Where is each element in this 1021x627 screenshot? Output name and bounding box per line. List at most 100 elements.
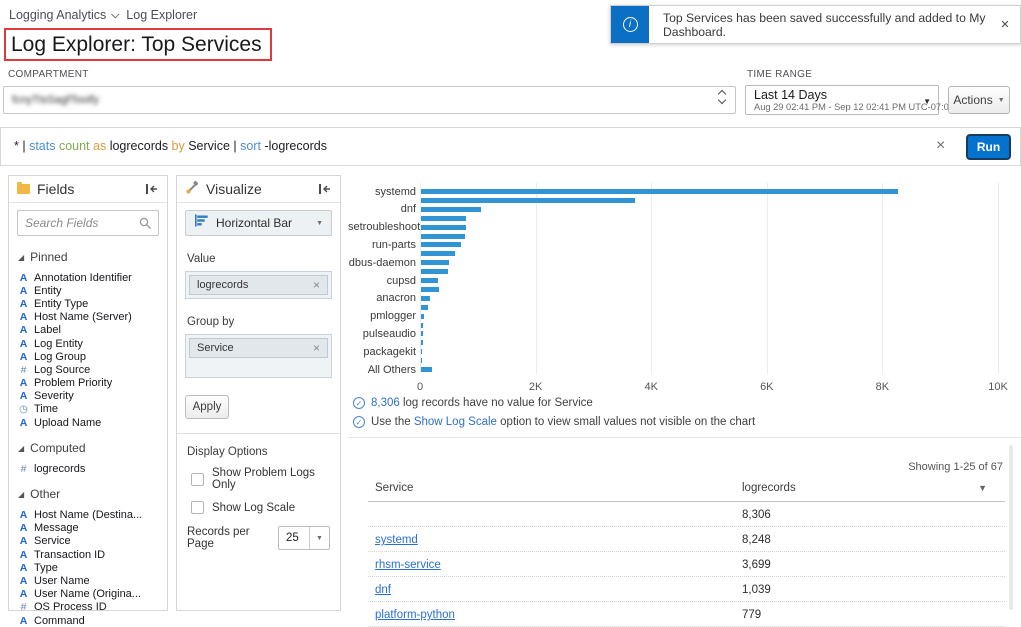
divider: [348, 437, 1021, 438]
field-item[interactable]: ◷ Time: [18, 403, 158, 416]
section-triangle-icon: ◢: [18, 489, 25, 499]
field-item-label: Service: [34, 535, 71, 548]
chart-type-select[interactable]: Horizontal Bar ▼: [185, 210, 332, 236]
compartment-select[interactable]: fcnyTtsSagfTooify: [3, 86, 736, 114]
search-input[interactable]: [18, 211, 158, 235]
show-log-scale-checkbox[interactable]: Show Log Scale: [191, 501, 328, 514]
field-item-label: Log Source: [34, 363, 91, 376]
bar-anacron[interactable]: [421, 295, 430, 301]
checkbox-icon[interactable]: [191, 472, 204, 486]
field-item[interactable]: A Log Entity: [18, 337, 158, 350]
field-item[interactable]: A Host Name (Server): [18, 311, 158, 324]
field-item[interactable]: A Entity Type: [18, 297, 158, 310]
field-item[interactable]: A Message: [18, 522, 158, 535]
bar-All Others[interactable]: [421, 367, 433, 372]
x-tick-label: 6K: [760, 381, 774, 393]
records-per-page-select[interactable]: 25 ▼: [278, 526, 330, 550]
note-plain-text: option to view small values not visible …: [496, 416, 756, 428]
clear-query-icon[interactable]: ×: [936, 137, 945, 155]
bar-packagekit[interactable]: [421, 349, 423, 355]
bar-unlabeled[interactable]: [421, 304, 428, 310]
bar-unlabeled[interactable]: [421, 340, 423, 346]
run-button[interactable]: Run: [966, 134, 1011, 160]
spinner-icon[interactable]: [717, 89, 727, 105]
bar-chart: [420, 183, 999, 377]
service-link[interactable]: systemd: [375, 534, 418, 546]
time-range-select[interactable]: Last 14 Days Aug 29 02:41 PM - Sep 12 02…: [745, 85, 954, 115]
bar-dnf[interactable]: [421, 206, 482, 212]
show-problem-logs-checkbox[interactable]: Show Problem Logs Only: [191, 467, 328, 491]
chevron-down-icon[interactable]: [111, 10, 120, 19]
bar-unlabeled[interactable]: [421, 269, 449, 275]
field-item[interactable]: # OS Process ID: [18, 601, 158, 614]
field-item[interactable]: A User Name: [18, 574, 158, 587]
collapse-panel-icon[interactable]: [145, 183, 159, 195]
breadcrumb-current[interactable]: Log Explorer: [126, 8, 197, 22]
field-item[interactable]: # logrecords: [18, 462, 158, 475]
field-item[interactable]: A Host Name (Destina...: [18, 508, 158, 521]
field-item[interactable]: A User Name (Origina...: [18, 588, 158, 601]
field-item[interactable]: A Transaction ID: [18, 548, 158, 561]
field-item-label: Message: [34, 522, 79, 535]
category-label: packagekit: [363, 345, 416, 358]
bar-cupsd[interactable]: [421, 278, 439, 283]
field-item[interactable]: A Severity: [18, 390, 158, 403]
checkbox-icon[interactable]: [191, 501, 204, 514]
field-item[interactable]: A Type: [18, 561, 158, 574]
compartment-value-redacted: fcnyTtsSagfTooify: [12, 94, 99, 106]
clock-icon: ◷: [19, 403, 28, 415]
text-field-icon: A: [19, 535, 28, 548]
note-link[interactable]: Show Log Scale: [414, 416, 497, 428]
fields-section-other[interactable]: ◢ Other: [18, 487, 158, 501]
close-icon[interactable]: ×: [990, 6, 1020, 43]
service-link[interactable]: platform-python: [375, 609, 455, 621]
field-item[interactable]: A Annotation Identifier: [18, 271, 158, 284]
bar-unlabeled[interactable]: [421, 233, 465, 239]
field-item[interactable]: A Label: [18, 324, 158, 337]
field-item-label: Type: [34, 561, 58, 574]
field-item[interactable]: A Entity: [18, 284, 158, 297]
text-field-icon: A: [19, 522, 28, 535]
bar-dbus-daemon[interactable]: [421, 260, 450, 266]
bar-run-parts[interactable]: [421, 242, 462, 248]
field-item[interactable]: A Log Group: [18, 350, 158, 363]
field-item[interactable]: A Command: [18, 614, 158, 627]
sort-desc-icon[interactable]: ▼: [978, 483, 987, 493]
service-link[interactable]: rhsm-service: [375, 559, 441, 571]
column-header-logrecords[interactable]: logrecords: [742, 482, 796, 494]
breadcrumb-parent[interactable]: Logging Analytics: [9, 8, 106, 22]
bar-pmlogger[interactable]: [421, 313, 424, 319]
field-item[interactable]: A Service: [18, 535, 158, 548]
remove-chip-icon[interactable]: ×: [313, 341, 320, 355]
bar-setroubleshoot[interactable]: [421, 224, 467, 230]
column-header-service[interactable]: Service: [375, 482, 413, 494]
field-item[interactable]: A Problem Priority: [18, 377, 158, 390]
category-label: run-parts: [371, 238, 416, 251]
value-chip[interactable]: logrecords ×: [189, 275, 328, 295]
logrecords-cell: 3,699: [742, 559, 771, 571]
bar-unlabeled[interactable]: [421, 286, 439, 292]
field-item[interactable]: A Upload Name: [18, 416, 158, 429]
fields-section-pinned[interactable]: ◢ Pinned: [18, 250, 158, 264]
bar-systemd[interactable]: [421, 189, 898, 194]
collapse-panel-icon[interactable]: [318, 183, 332, 195]
actions-button[interactable]: Actions ▼: [948, 86, 1010, 114]
bar-unlabeled[interactable]: [421, 358, 423, 364]
chart-note-text: 8,306 log records have no value for Serv…: [371, 397, 593, 409]
table-scrollbar[interactable]: [1009, 445, 1013, 610]
bar-pulseaudio[interactable]: [421, 331, 424, 337]
bar-unlabeled[interactable]: [421, 251, 456, 257]
note-link[interactable]: 8,306: [371, 397, 400, 409]
service-link[interactable]: dnf: [375, 584, 391, 596]
bar-unlabeled[interactable]: [421, 197, 635, 203]
query-input[interactable]: * | stats count as logrecords by Service…: [14, 139, 327, 153]
group-by-chip[interactable]: Service ×: [189, 338, 328, 358]
field-item[interactable]: # Log Source: [18, 363, 158, 376]
apply-button[interactable]: Apply: [185, 395, 229, 419]
remove-chip-icon[interactable]: ×: [313, 278, 320, 292]
value-chip-label: logrecords: [197, 279, 249, 291]
fields-section-computed[interactable]: ◢ Computed: [18, 441, 158, 455]
bar-unlabeled[interactable]: [421, 215, 466, 221]
field-item-label: OS Process ID: [34, 601, 107, 614]
bar-unlabeled[interactable]: [421, 322, 424, 328]
